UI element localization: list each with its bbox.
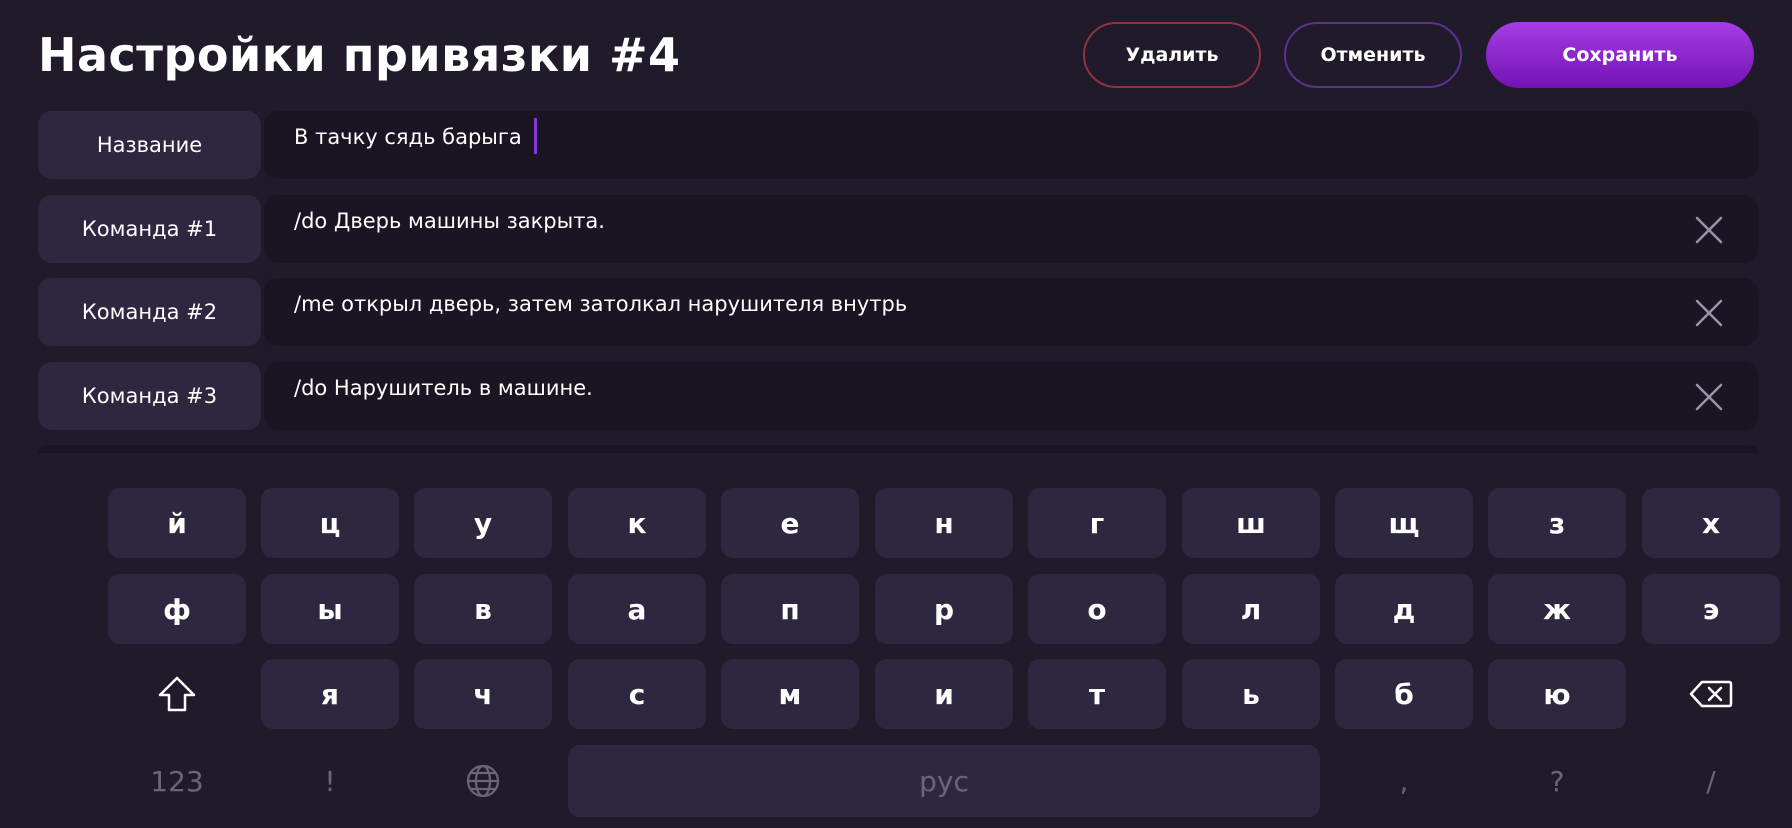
- key[interactable]: ь: [1182, 659, 1320, 729]
- key[interactable]: ф: [108, 574, 246, 644]
- question-key[interactable]: ?: [1488, 746, 1626, 816]
- command-row-1: Команда #1 /do Дверь машины закрыта.: [38, 195, 1758, 263]
- numbers-key[interactable]: 123: [108, 746, 246, 816]
- close-icon[interactable]: [1694, 298, 1724, 328]
- language-key[interactable]: [414, 746, 552, 816]
- close-icon[interactable]: [1694, 215, 1724, 245]
- shift-icon: [156, 674, 198, 714]
- page-title: Настройки привязки #4: [38, 28, 681, 82]
- key[interactable]: л: [1182, 574, 1320, 644]
- key[interactable]: а: [568, 574, 706, 644]
- key[interactable]: з: [1488, 488, 1626, 558]
- key[interactable]: к: [568, 488, 706, 558]
- exclamation-key[interactable]: !: [261, 746, 399, 816]
- key[interactable]: с: [568, 659, 706, 729]
- name-value: В тачку сядь барыга: [294, 125, 522, 149]
- command-1-label: Команда #1: [38, 195, 261, 263]
- key[interactable]: е: [721, 488, 859, 558]
- command-1-input[interactable]: /do Дверь машины закрыта.: [264, 195, 1758, 263]
- command-3-input[interactable]: /do Нарушитель в машине.: [264, 362, 1758, 430]
- comma-key[interactable]: ,: [1335, 746, 1473, 816]
- key[interactable]: т: [1028, 659, 1166, 729]
- globe-icon: [465, 763, 501, 799]
- key[interactable]: щ: [1335, 488, 1473, 558]
- close-icon[interactable]: [1694, 382, 1724, 412]
- key[interactable]: д: [1335, 574, 1473, 644]
- key[interactable]: х: [1642, 488, 1780, 558]
- key[interactable]: я: [261, 659, 399, 729]
- command-row-3: Команда #3 /do Нарушитель в машине.: [38, 362, 1758, 430]
- key[interactable]: м: [721, 659, 859, 729]
- command-2-label: Команда #2: [38, 278, 261, 346]
- command-1-value: /do Дверь машины закрыта.: [294, 209, 605, 233]
- key[interactable]: ю: [1488, 659, 1626, 729]
- name-input[interactable]: В тачку сядь барыга: [264, 111, 1758, 179]
- key[interactable]: й: [108, 488, 246, 558]
- key[interactable]: в: [414, 574, 552, 644]
- key[interactable]: у: [414, 488, 552, 558]
- key[interactable]: б: [1335, 659, 1473, 729]
- delete-button[interactable]: Удалить: [1083, 22, 1261, 88]
- shift-key[interactable]: [108, 659, 246, 729]
- command-row-2: Команда #2 /me открыл дверь, затем затол…: [38, 278, 1758, 346]
- command-2-input[interactable]: /me открыл дверь, затем затолкал нарушит…: [264, 278, 1758, 346]
- backspace-key[interactable]: [1642, 659, 1780, 729]
- key[interactable]: ш: [1182, 488, 1320, 558]
- backspace-icon: [1689, 679, 1733, 709]
- key[interactable]: р: [875, 574, 1013, 644]
- space-key[interactable]: рус: [568, 745, 1320, 817]
- key[interactable]: э: [1642, 574, 1780, 644]
- key[interactable]: п: [721, 574, 859, 644]
- key[interactable]: г: [1028, 488, 1166, 558]
- key[interactable]: и: [875, 659, 1013, 729]
- name-label: Название: [38, 111, 261, 179]
- key[interactable]: ц: [261, 488, 399, 558]
- next-row-partial: [38, 445, 1758, 453]
- command-3-value: /do Нарушитель в машине.: [294, 376, 593, 400]
- command-2-value: /me открыл дверь, затем затолкал нарушит…: [294, 292, 908, 316]
- text-cursor: [534, 118, 537, 154]
- slash-key[interactable]: /: [1642, 746, 1780, 816]
- key[interactable]: о: [1028, 574, 1166, 644]
- name-row: Название В тачку сядь барыга: [38, 111, 1758, 179]
- cancel-button[interactable]: Отменить: [1284, 22, 1462, 88]
- key[interactable]: ч: [414, 659, 552, 729]
- key[interactable]: ж: [1488, 574, 1626, 644]
- binding-settings-screen: Настройки привязки #4 Удалить Отменить С…: [0, 0, 1792, 828]
- key[interactable]: ы: [261, 574, 399, 644]
- command-3-label: Команда #3: [38, 362, 261, 430]
- save-button[interactable]: Сохранить: [1486, 22, 1754, 88]
- key[interactable]: н: [875, 488, 1013, 558]
